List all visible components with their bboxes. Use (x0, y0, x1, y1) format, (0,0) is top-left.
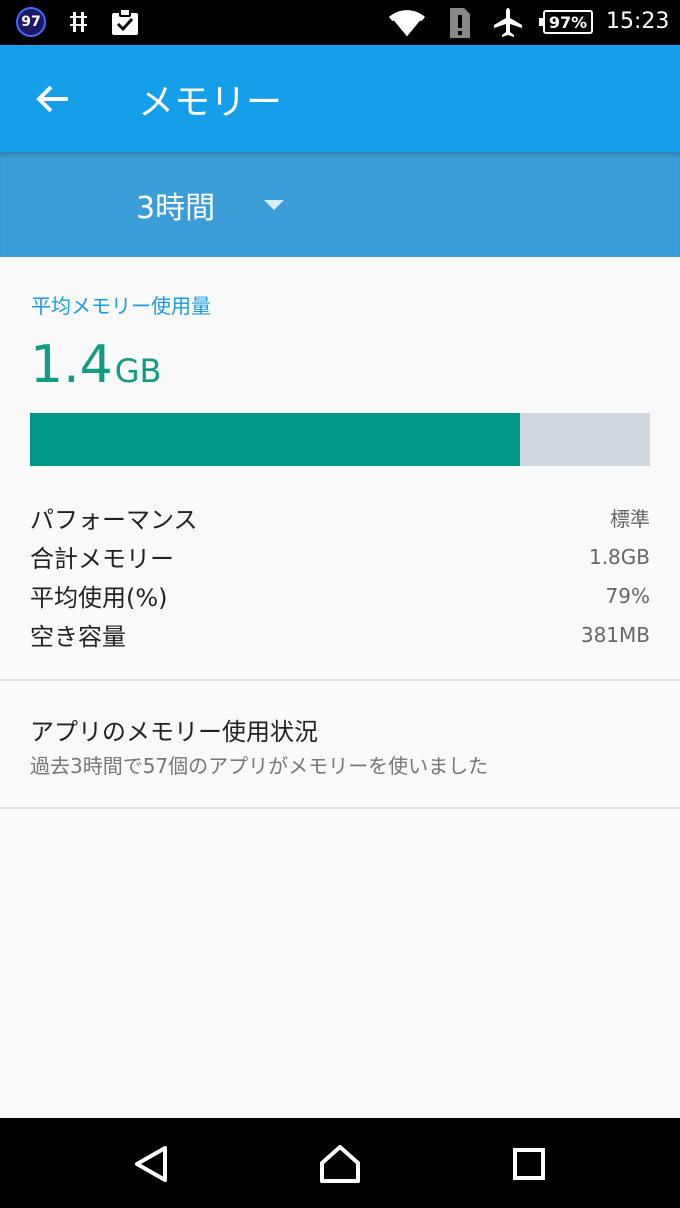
nav-bar (0, 1118, 680, 1208)
average-memory-number: 1.4 (30, 335, 113, 395)
page-title: メモリー (138, 82, 283, 123)
stat-row-total-memory: 合計メモリー 1.8GB (30, 537, 650, 576)
stat-row-free-space: 空き容量 381MB (30, 615, 650, 654)
stat-value: 79% (605, 583, 650, 608)
nav-recents-button[interactable] (499, 1140, 559, 1188)
memory-usage-bar (30, 413, 650, 466)
memory-stats: パフォーマンス 標準 合計メモリー 1.8GB 平均使用(%) 79% 空き容量… (30, 498, 650, 654)
time-range-dropdown[interactable]: 3時間 (120, 174, 310, 236)
stat-label: 合計メモリー (30, 545, 174, 573)
nav-back-button[interactable] (121, 1140, 181, 1188)
stat-row-performance: パフォーマンス 標準 (30, 498, 650, 537)
app-memory-usage-subtitle: 過去3時間で57個のアプリがメモリーを使いました (30, 754, 489, 778)
average-memory-label: 平均メモリー使用量 (31, 294, 211, 318)
divider (0, 679, 680, 681)
triangle-down-icon (264, 200, 284, 210)
stat-value: 381MB (580, 622, 650, 647)
average-memory-unit: GB (114, 352, 162, 390)
time-range-bar: 3時間 (0, 152, 680, 257)
sim-alert-icon (450, 8, 470, 38)
divider (0, 807, 680, 809)
nav-home-button[interactable] (310, 1140, 370, 1188)
app-memory-usage-item[interactable]: アプリのメモリー使用状況 過去3時間で57個のアプリがメモリーを使いました (0, 682, 680, 807)
wifi-icon (389, 10, 425, 39)
clipboard-check-icon (112, 8, 138, 35)
status-time: 15:23 (606, 9, 670, 34)
recents-icon (513, 1148, 545, 1180)
back-button[interactable] (24, 73, 82, 125)
stat-label: 平均使用(%) (30, 584, 168, 612)
stat-label: 空き容量 (30, 623, 126, 651)
usb-debug-icon (70, 12, 87, 32)
app-memory-usage-title: アプリのメモリー使用状況 (30, 718, 318, 746)
battery-icon: 97% (539, 10, 593, 34)
home-icon (320, 1145, 360, 1183)
notification-badge-icon: 97 (16, 7, 46, 37)
status-bar: 97 97% 15:23 (0, 0, 680, 45)
back-triangle-icon (135, 1146, 167, 1182)
stat-value: 標準 (610, 507, 650, 531)
memory-usage-fill (30, 413, 520, 466)
average-memory-value: 1.4 GB (30, 335, 161, 395)
stat-row-average-usage: 平均使用(%) 79% (30, 576, 650, 615)
time-range-value: 3時間 (136, 191, 216, 226)
stat-value: 1.8GB (588, 544, 650, 569)
app-bar: メモリー (0, 45, 680, 152)
arrow-back-icon (36, 85, 68, 113)
airplane-icon (494, 8, 522, 37)
stat-label: パフォーマンス (30, 506, 198, 534)
